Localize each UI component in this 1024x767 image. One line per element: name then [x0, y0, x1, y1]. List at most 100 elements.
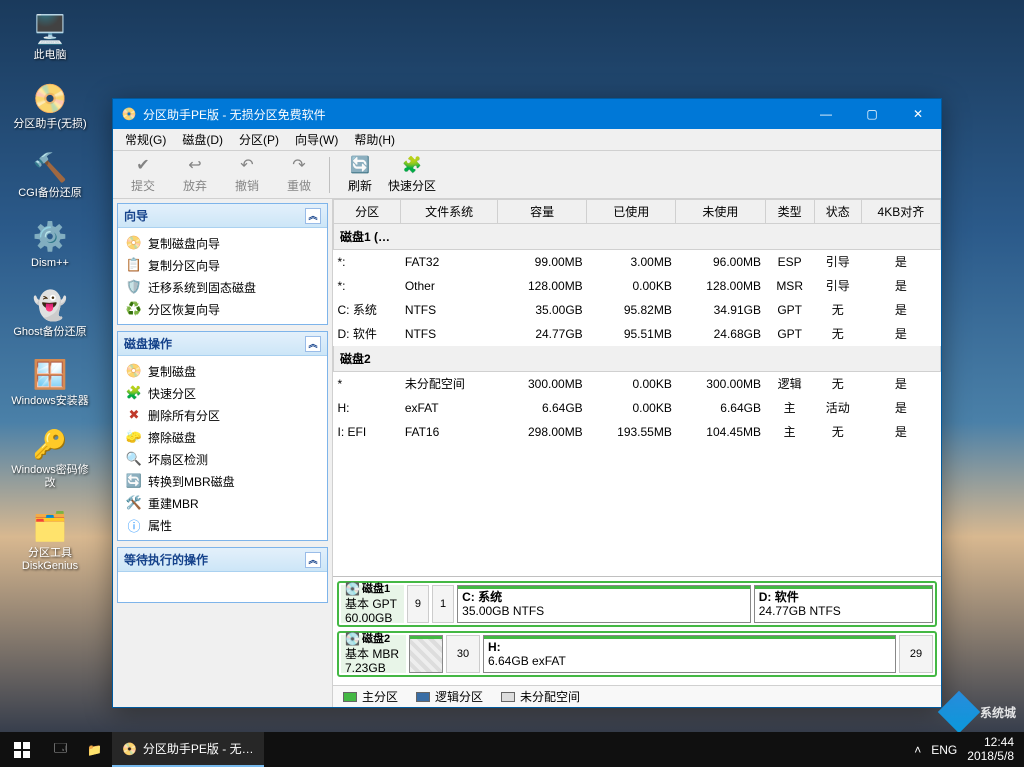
quick-button[interactable]: 🧩快速分区: [386, 153, 438, 197]
partition-block[interactable]: H:6.64GB exFAT: [483, 635, 896, 673]
collapse-icon[interactable]: ︽: [305, 208, 321, 224]
partition-row[interactable]: *:Other128.00MB0.00KB128.00MBMSR引导是: [334, 274, 941, 298]
menu-item[interactable]: 帮助(H): [348, 129, 401, 150]
cell-used: 95.51MB: [587, 322, 676, 346]
legend-label: 逻辑分区: [435, 688, 483, 705]
commit-icon: ✔: [133, 155, 153, 175]
partition-row[interactable]: C: 系统NTFS35.00GB95.82MB34.91GBGPT无是: [334, 298, 941, 322]
titlebar[interactable]: 📀 分区助手PE版 - 无损分区免费软件 — ▢ ✕: [113, 99, 941, 129]
menu-item[interactable]: 磁盘(D): [176, 129, 229, 150]
sidebar-item-icon: 📀: [126, 235, 142, 251]
sidebar-item[interactable]: 🛠️重建MBR: [120, 492, 325, 514]
disk-group-row[interactable]: 磁盘1 (…: [334, 224, 941, 250]
minimize-button[interactable]: —: [803, 99, 849, 129]
discard-icon: ↩: [185, 155, 205, 175]
column-header[interactable]: 未使用: [676, 200, 765, 224]
taskbar-app-button[interactable]: 📀 分区助手PE版 - 无…: [112, 732, 264, 767]
desktop-icon[interactable]: 🔨CGI备份还原: [5, 143, 95, 204]
cell-free: 104.45MB: [676, 420, 765, 444]
desktop-icon[interactable]: 🪟Windows安装器: [5, 351, 95, 412]
partition-block-small[interactable]: 29: [899, 635, 933, 673]
sidebar-item[interactable]: ⓘ属性: [120, 514, 325, 536]
column-header[interactable]: 已使用: [587, 200, 676, 224]
sidebar-item[interactable]: 🧩 快速分区: [120, 382, 325, 404]
cell-state: 引导: [814, 250, 861, 274]
toolbar-separator: [329, 157, 330, 193]
tray-chevron-icon[interactable]: ˄: [914, 743, 921, 757]
disk-icon: 💽: [345, 582, 360, 596]
partition-block-small[interactable]: 1: [432, 585, 454, 623]
cell-free: 300.00MB: [676, 372, 765, 396]
pending-panel-header[interactable]: 等待执行的操作 ︽: [118, 548, 327, 572]
sidebar-item[interactable]: 📋复制分区向导: [120, 254, 325, 276]
disk-map-row[interactable]: 💽磁盘1基本 GPT60.00GB91C: 系统35.00GB NTFSD: 软…: [337, 581, 937, 627]
cell-free: 24.68GB: [676, 322, 765, 346]
desktop-icon[interactable]: 🗂️分区工具DiskGenius: [5, 503, 95, 577]
start-button[interactable]: [0, 732, 44, 767]
cell-type: 逻辑: [765, 372, 814, 396]
maximize-button[interactable]: ▢: [849, 99, 895, 129]
language-indicator[interactable]: ENG: [931, 743, 957, 757]
desktop-icon[interactable]: 🖥️此电脑: [5, 5, 95, 66]
partition-row[interactable]: *:FAT3299.00MB3.00MB96.00MBESP引导是: [334, 250, 941, 274]
sidebar-item-label: 快速分区: [148, 385, 196, 402]
menu-item[interactable]: 分区(P): [233, 129, 285, 150]
diskops-panel-header[interactable]: 磁盘操作 ︽: [118, 332, 327, 356]
explorer-button[interactable]: 📁: [77, 732, 112, 767]
cell-used: 3.00MB: [587, 250, 676, 274]
partition-block[interactable]: C: 系统35.00GB NTFS: [457, 585, 751, 623]
tool-label: 放弃: [183, 177, 207, 194]
partition-block-small[interactable]: 30: [446, 635, 480, 673]
column-header[interactable]: 文件系统: [401, 200, 498, 224]
cell-free: 34.91GB: [676, 298, 765, 322]
wizard-panel-header[interactable]: 向导 ︽: [118, 204, 327, 228]
sidebar-item[interactable]: ♻️分区恢复向导: [120, 298, 325, 320]
clock[interactable]: 12:44 2018/5/8: [967, 736, 1014, 762]
diskops-panel-title: 磁盘操作: [124, 335, 172, 352]
disk-group-row[interactable]: 磁盘2: [334, 346, 941, 372]
sidebar-item-icon: 🧩: [126, 385, 142, 401]
close-button[interactable]: ✕: [895, 99, 941, 129]
partition-grid[interactable]: 分区文件系统容量已使用未使用类型状态4KB对齐磁盘1 (…*:FAT3299.0…: [333, 199, 941, 576]
sidebar-item[interactable]: 🔄转换到MBR磁盘: [120, 470, 325, 492]
refresh-button[interactable]: 🔄刷新: [334, 153, 386, 197]
sidebar-item[interactable]: ✖删除所有分区: [120, 404, 325, 426]
sidebar-item[interactable]: 📀复制磁盘向导: [120, 232, 325, 254]
partition-row[interactable]: I: EFIFAT16298.00MB193.55MB104.45MB主无是: [334, 420, 941, 444]
desktop-icon[interactable]: ⚙️Dism++: [5, 213, 95, 274]
partition-block[interactable]: [409, 635, 443, 673]
menu-item[interactable]: 常规(G): [119, 129, 172, 150]
menu-item[interactable]: 向导(W): [289, 129, 344, 150]
column-header[interactable]: 类型: [765, 200, 814, 224]
disk-map-row[interactable]: 💽磁盘2基本 MBR7.23GB30H:6.64GB exFAT29: [337, 631, 937, 677]
legend: 主分区逻辑分区未分配空间: [333, 685, 941, 707]
partition-block[interactable]: D: 软件24.77GB NTFS: [754, 585, 933, 623]
partition-block-small[interactable]: 9: [407, 585, 429, 623]
disk-sub: 基本 MBR: [345, 647, 402, 661]
desktop-icon[interactable]: 👻Ghost备份还原: [5, 282, 95, 343]
quick-icon: 🧩: [402, 155, 422, 175]
disk-size: 60.00GB: [345, 611, 400, 625]
cell-align: 是: [861, 420, 940, 444]
cell-free: 96.00MB: [676, 250, 765, 274]
partition-row[interactable]: H:exFAT6.64GB0.00KB6.64GB主活动是: [334, 396, 941, 420]
column-header[interactable]: 分区: [334, 200, 401, 224]
taskview-button[interactable]: 🗔: [44, 732, 77, 767]
partition-block-sub: 24.77GB NTFS: [759, 604, 928, 618]
column-header[interactable]: 容量: [498, 200, 587, 224]
collapse-icon[interactable]: ︽: [305, 552, 321, 568]
cell-partition: D: 软件: [334, 322, 401, 346]
collapse-icon[interactable]: ︽: [305, 336, 321, 352]
partition-row[interactable]: *未分配空间300.00MB0.00KB300.00MB逻辑无是: [334, 372, 941, 396]
desktop-icon[interactable]: 📀分区助手(无损): [5, 74, 95, 135]
column-header[interactable]: 4KB对齐: [861, 200, 940, 224]
column-header[interactable]: 状态: [814, 200, 861, 224]
watermark-icon: [938, 691, 980, 733]
sidebar-item[interactable]: 🧽擦除磁盘: [120, 426, 325, 448]
sidebar-item[interactable]: 🛡️迁移系统到固态磁盘: [120, 276, 325, 298]
partition-row[interactable]: D: 软件NTFS24.77GB95.51MB24.68GBGPT无是: [334, 322, 941, 346]
cell-partition: *:: [334, 250, 401, 274]
sidebar-item[interactable]: 🔍坏扇区检测: [120, 448, 325, 470]
sidebar-item[interactable]: 📀复制磁盘: [120, 360, 325, 382]
desktop-icon[interactable]: 🔑Windows密码修改: [5, 420, 95, 494]
